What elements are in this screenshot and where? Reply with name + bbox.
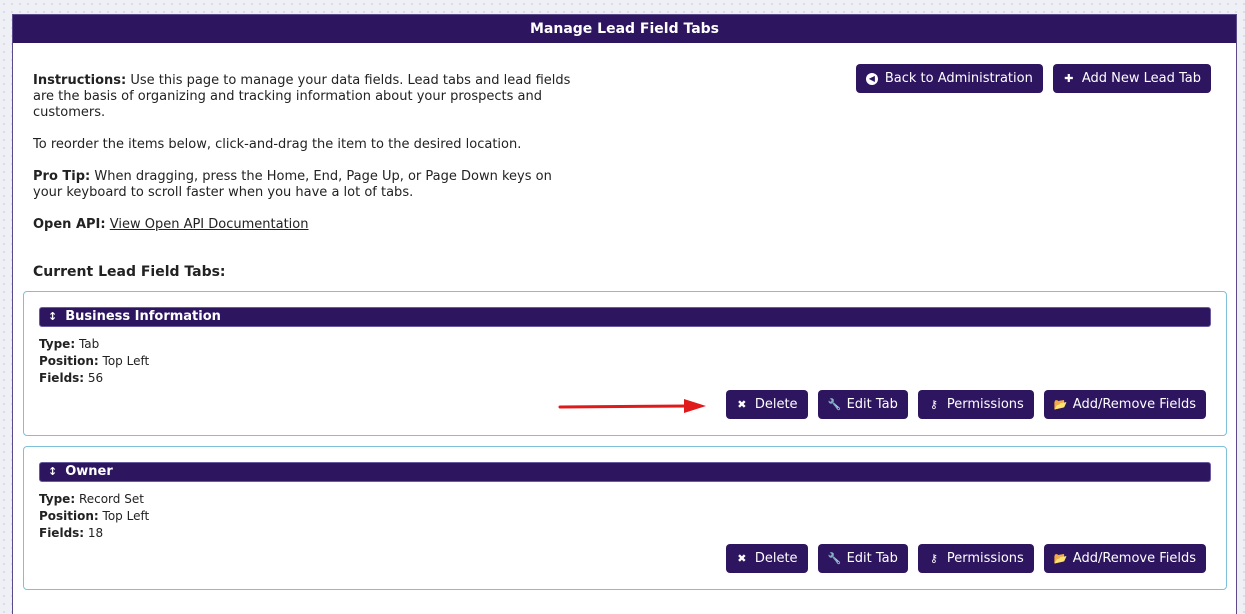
- x-icon: ✖: [737, 552, 747, 565]
- instructions-paragraph: Instructions: Use this page to manage yo…: [33, 73, 578, 121]
- instructions-label: Instructions:: [33, 73, 127, 88]
- tab-card-owner[interactable]: ↕ Owner Type: Record Set Position: Top Le…: [23, 446, 1227, 590]
- x-icon: ✖: [737, 398, 747, 411]
- edit-tab-button[interactable]: 🔧 Edit Tab: [817, 544, 908, 573]
- delete-label: Delete: [754, 397, 798, 412]
- protip-paragraph: Pro Tip: When dragging, press the Home, …: [33, 169, 578, 201]
- reorder-paragraph: To reorder the items below, click-and-dr…: [33, 137, 522, 152]
- protip-text: When dragging, press the Home, End, Page…: [33, 169, 552, 200]
- wrench-icon: 🔧: [827, 552, 842, 565]
- circle-left-icon: ◀: [865, 72, 878, 85]
- delete-label: Delete: [754, 551, 798, 566]
- permissions-button[interactable]: ⚷ Permissions: [917, 544, 1034, 573]
- api-docs-link[interactable]: View Open API Documentation: [110, 217, 309, 232]
- tab-name: Owner: [65, 464, 113, 479]
- folder-open-icon: 📂: [1053, 552, 1068, 565]
- edit-label: Edit Tab: [846, 397, 898, 412]
- tab-name: Business Information: [65, 309, 221, 324]
- key-icon: ⚷: [929, 552, 938, 565]
- type-label: Type:: [39, 337, 76, 351]
- add-button-label: Add New Lead Tab: [1081, 71, 1201, 86]
- delete-button[interactable]: ✖ Delete: [725, 544, 808, 573]
- api-label: Open API:: [33, 217, 106, 232]
- permissions-label: Permissions: [946, 397, 1024, 412]
- annotation-arrow-icon: [558, 399, 706, 413]
- add-remove-fields-button[interactable]: 📂 Add/Remove Fields: [1043, 390, 1206, 419]
- position-label: Position:: [39, 354, 99, 368]
- tab-card-header[interactable]: ↕ Owner: [39, 462, 1211, 482]
- fields-button-label: Add/Remove Fields: [1072, 397, 1196, 412]
- tab-position: Position: Top Left: [39, 508, 149, 525]
- tab-fields: Fields: 18: [39, 525, 149, 542]
- tab-actions: ✖ Delete 🔧 Edit Tab ⚷ Permissions 📂 Add/Remo…: [725, 390, 1206, 419]
- fields-value: 56: [84, 371, 104, 385]
- key-icon: ⚷: [929, 398, 938, 411]
- manage-tabs-panel: Manage Lead Field Tabs Instructions: Use…: [12, 14, 1237, 614]
- folder-open-icon: 📂: [1053, 398, 1068, 411]
- top-actions: ◀ Back to Administration ✚ Add New Lead …: [855, 64, 1211, 93]
- tab-card-header[interactable]: ↕ Business Information: [39, 307, 1211, 327]
- api-paragraph: Open API: View Open API Documentation: [33, 217, 578, 233]
- back-button-label: Back to Administration: [884, 71, 1033, 86]
- add-new-lead-tab-button[interactable]: ✚ Add New Lead Tab: [1052, 64, 1211, 93]
- tab-meta: Type: Tab Position: Top Left Fields: 56: [39, 336, 149, 387]
- position-value: Top Left: [98, 509, 150, 523]
- drag-handle-icon[interactable]: ↕: [48, 465, 57, 478]
- tab-meta: Type: Record Set Position: Top Left Fiel…: [39, 491, 149, 542]
- type-value: Record Set: [75, 492, 144, 506]
- tab-actions: ✖ Delete 🔧 Edit Tab ⚷ Permissions 📂 Add/Remo…: [725, 544, 1206, 573]
- tab-position: Position: Top Left: [39, 353, 149, 370]
- tab-fields: Fields: 56: [39, 370, 149, 387]
- tab-type: Type: Tab: [39, 336, 149, 353]
- permissions-label: Permissions: [946, 551, 1024, 566]
- tab-type: Type: Record Set: [39, 491, 149, 508]
- delete-button[interactable]: ✖ Delete: [725, 390, 808, 419]
- fields-value: 18: [84, 526, 104, 540]
- edit-label: Edit Tab: [846, 551, 898, 566]
- back-to-administration-button[interactable]: ◀ Back to Administration: [855, 64, 1043, 93]
- position-value: Top Left: [98, 354, 150, 368]
- wrench-icon: 🔧: [827, 398, 842, 411]
- type-value: Tab: [75, 337, 100, 351]
- plus-icon: ✚: [1064, 72, 1074, 85]
- section-title: Current Lead Field Tabs:: [33, 264, 226, 280]
- drag-handle-icon[interactable]: ↕: [48, 310, 57, 323]
- fields-label: Fields:: [39, 371, 85, 385]
- position-label: Position:: [39, 509, 99, 523]
- add-remove-fields-button[interactable]: 📂 Add/Remove Fields: [1043, 544, 1206, 573]
- protip-label: Pro Tip:: [33, 169, 91, 184]
- instructions-block: Instructions: Use this page to manage yo…: [33, 73, 578, 249]
- page-title: Manage Lead Field Tabs: [13, 15, 1236, 43]
- type-label: Type:: [39, 492, 76, 506]
- fields-button-label: Add/Remove Fields: [1072, 551, 1196, 566]
- edit-tab-button[interactable]: 🔧 Edit Tab: [817, 390, 908, 419]
- fields-label: Fields:: [39, 526, 85, 540]
- permissions-button[interactable]: ⚷ Permissions: [917, 390, 1034, 419]
